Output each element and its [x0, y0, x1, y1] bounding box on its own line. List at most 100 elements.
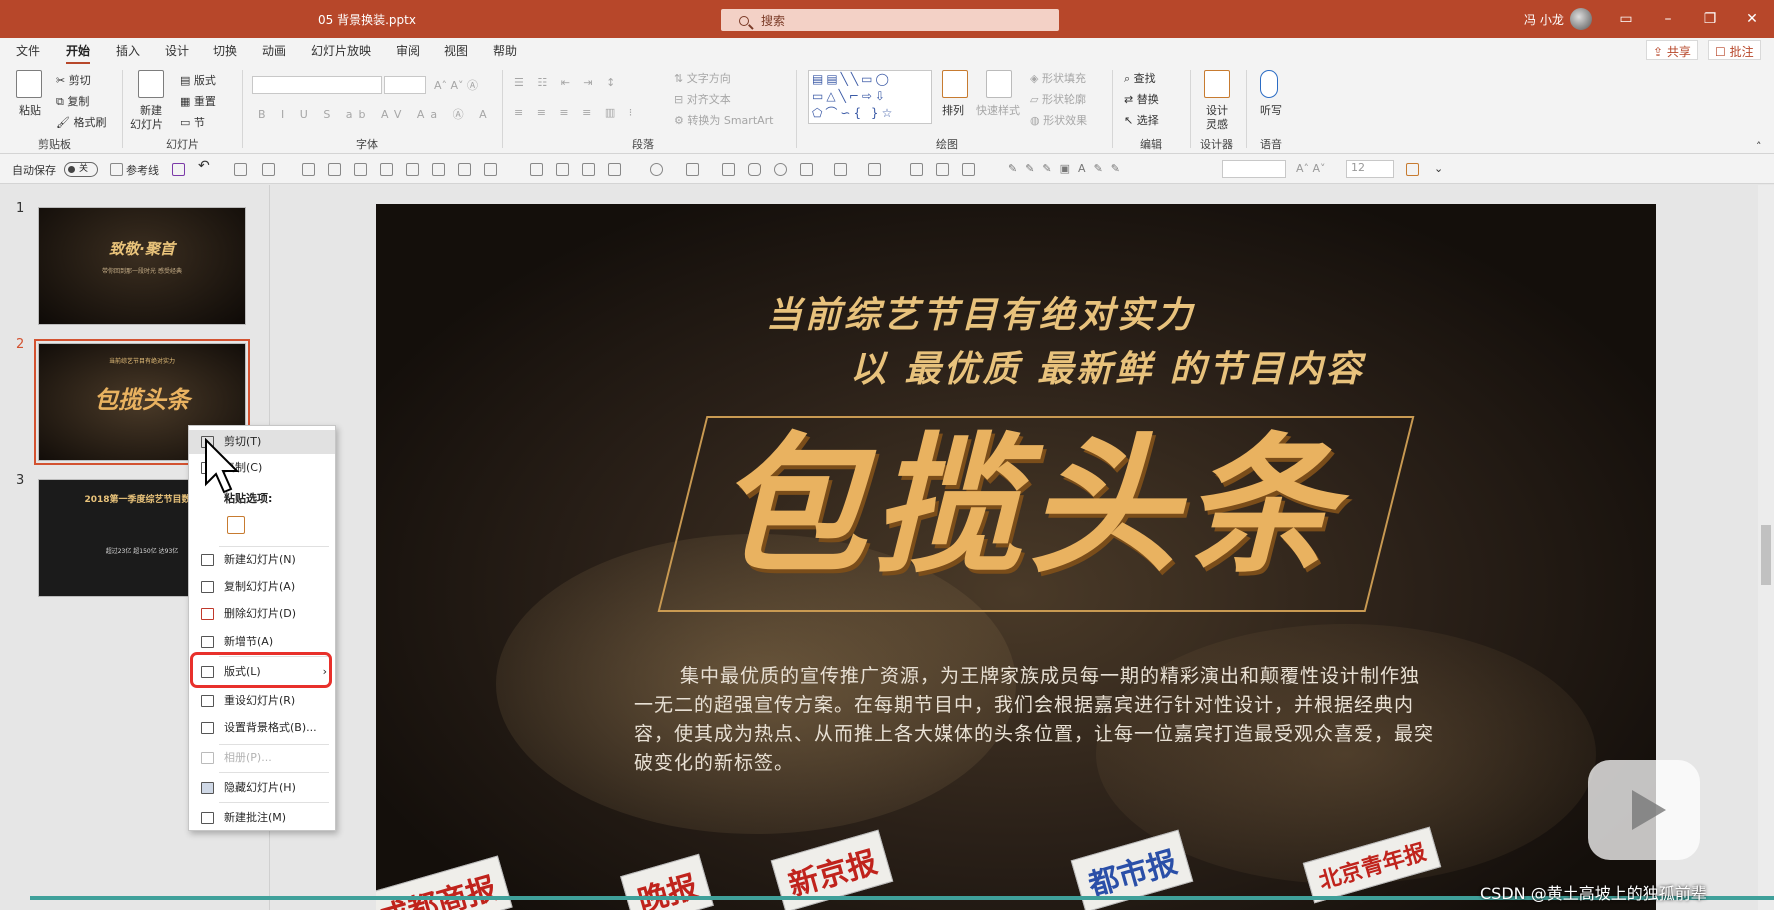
- toolbar-icon[interactable]: [380, 163, 393, 176]
- tab-review[interactable]: 审阅: [396, 42, 420, 59]
- cut-button[interactable]: ✂ 剪切: [56, 72, 91, 88]
- quick-styles-icon[interactable]: [986, 70, 1012, 98]
- avatar[interactable]: [1570, 8, 1592, 30]
- tab-file[interactable]: 文件: [16, 42, 40, 59]
- toolbar-icon[interactable]: [556, 163, 569, 176]
- section-button[interactable]: ▭ 节: [180, 114, 205, 130]
- toolbar-icon[interactable]: [458, 163, 471, 176]
- user-name[interactable]: 冯 小龙: [1524, 11, 1564, 28]
- menu-new-section[interactable]: 新增节(A): [189, 630, 335, 654]
- new-slide-label-2[interactable]: 幻灯片: [130, 116, 163, 132]
- undo-icon[interactable]: ↶: [198, 158, 210, 174]
- ribbon-display-options-icon[interactable]: ▭: [1614, 8, 1638, 30]
- toolbar-icon[interactable]: [484, 163, 497, 176]
- pen-icons[interactable]: ✎✎✎▣A✎✎: [1008, 162, 1128, 175]
- find-button[interactable]: ⌕ 查找: [1124, 70, 1156, 86]
- rounded-rectangle-icon[interactable]: [748, 163, 761, 176]
- microphone-icon[interactable]: [1260, 70, 1278, 98]
- font-size-field[interactable]: 12: [1346, 160, 1394, 178]
- slide-body-text[interactable]: 集中最优质的宣传推广资源，为王牌家族成员每一期的精彩演出和颠覆性设计制作独一无二…: [634, 662, 1434, 778]
- paste-button[interactable]: 粘贴: [19, 102, 41, 118]
- toolbar-icon[interactable]: [432, 163, 445, 176]
- toolbar-icon[interactable]: [328, 163, 341, 176]
- toolbar-icon[interactable]: [834, 163, 847, 176]
- toolbar-icon[interactable]: [1406, 163, 1419, 176]
- autosave-toggle[interactable]: 关: [64, 162, 98, 177]
- toolbar-icon[interactable]: [650, 163, 663, 176]
- select-button[interactable]: ↖ 选择: [1124, 112, 1159, 128]
- menu-delete-slide[interactable]: 删除幻灯片(D): [189, 602, 335, 626]
- designer-icon[interactable]: [1204, 70, 1230, 98]
- menu-photo-album[interactable]: 相册(P)...: [189, 746, 335, 770]
- slide-heading-2[interactable]: 以 最优质 最新鲜 的节目内容: [850, 340, 1365, 392]
- arrange-icon[interactable]: [942, 70, 968, 98]
- crop-icon[interactable]: [910, 163, 923, 176]
- copy-button[interactable]: ⧉ 复制: [56, 93, 89, 109]
- alignment-icons[interactable]: ≡ ≡ ≡ ≡ ▥ ⁝: [514, 106, 637, 119]
- menu-hide-slide[interactable]: 隐藏幻灯片(H): [189, 776, 335, 800]
- tab-insert[interactable]: 插入: [116, 42, 140, 59]
- toolbar-icon[interactable]: [302, 163, 315, 176]
- toolbar-icon[interactable]: [262, 163, 275, 176]
- grow-font-icon[interactable]: A˄ A˅ Ⓐ: [434, 77, 478, 93]
- menu-new-slide[interactable]: 新建幻灯片(N): [189, 548, 335, 572]
- quick-styles-label[interactable]: 快速样式: [976, 102, 1020, 118]
- gridlines-checkbox[interactable]: [110, 163, 123, 176]
- rectangle-icon[interactable]: [722, 163, 735, 176]
- paste-option-icon[interactable]: [227, 516, 245, 534]
- scrollbar-thumb[interactable]: [1761, 525, 1771, 585]
- menu-new-comment[interactable]: 新建批注(M): [189, 806, 335, 830]
- tab-view[interactable]: 视图: [444, 42, 468, 59]
- new-slide-icon[interactable]: [138, 70, 164, 98]
- restore-icon[interactable]: ❐: [1698, 8, 1722, 30]
- toolbar-icon[interactable]: [936, 163, 949, 176]
- arrange-label[interactable]: 排列: [942, 102, 964, 118]
- comment-button[interactable]: ☐ 批注: [1708, 40, 1761, 60]
- close-icon[interactable]: ✕: [1740, 8, 1764, 30]
- slide-big-title[interactable]: 包揽头条: [716, 422, 1340, 592]
- replace-button[interactable]: ⇄ 替换: [1124, 91, 1159, 107]
- font-combo[interactable]: [1222, 160, 1286, 178]
- slide-thumbnail-1[interactable]: 致敬·聚首 带你回到那一段时光 感受经典: [38, 207, 246, 325]
- font-name-combo[interactable]: [252, 76, 382, 94]
- save-icon[interactable]: [172, 163, 185, 176]
- font-format-icons[interactable]: B I U S ab AV Aa Ⓐ A: [258, 106, 493, 122]
- toolbar-icon[interactable]: [582, 163, 595, 176]
- tab-home[interactable]: 开始: [66, 42, 91, 64]
- designer-label-2[interactable]: 灵感: [1206, 116, 1228, 132]
- tab-slideshow[interactable]: 幻灯片放映: [311, 42, 371, 59]
- oval-icon[interactable]: [774, 163, 787, 176]
- font-size-combo[interactable]: [384, 76, 426, 94]
- toolbar-icon[interactable]: [354, 163, 367, 176]
- tab-transitions[interactable]: 切换: [213, 42, 237, 59]
- menu-format-background[interactable]: 设置背景格式(B)...: [189, 716, 335, 740]
- paste-icon[interactable]: [16, 70, 42, 98]
- layout-button[interactable]: ▤ 版式: [180, 72, 216, 88]
- share-button[interactable]: ⇪ 共享: [1646, 40, 1698, 60]
- toolbar-icon[interactable]: [406, 163, 419, 176]
- toolbar-icon[interactable]: [530, 163, 543, 176]
- toolbar-icon[interactable]: [608, 163, 621, 176]
- align-text-button[interactable]: ⊟ 对齐文本: [674, 91, 731, 107]
- collapse-ribbon-icon[interactable]: ˄: [1756, 140, 1762, 153]
- minimize-icon[interactable]: –: [1656, 8, 1680, 30]
- reset-button[interactable]: ▦ 重置: [180, 93, 216, 109]
- list-icons[interactable]: ☰ ☷ ⇤ ⇥ ↕: [514, 76, 620, 89]
- toolbar-icon[interactable]: [868, 163, 881, 176]
- toolbar-icon[interactable]: [686, 163, 699, 176]
- tab-help[interactable]: 帮助: [493, 42, 517, 59]
- font-grow-icons[interactable]: A˄ A˅: [1296, 162, 1326, 175]
- tab-design[interactable]: 设计: [165, 42, 189, 59]
- text-direction-button[interactable]: ⇅ 文字方向: [674, 70, 731, 86]
- slide-heading-1[interactable]: 当前综艺节目有绝对实力: [766, 286, 1195, 338]
- toolbar-icon[interactable]: [800, 163, 813, 176]
- tab-animations[interactable]: 动画: [262, 42, 286, 59]
- dictate-label[interactable]: 听写: [1260, 102, 1282, 118]
- shape-effects-button[interactable]: ◍ 形状效果: [1030, 112, 1087, 128]
- shape-outline-button[interactable]: ▱ 形状轮廓: [1030, 91, 1086, 107]
- menu-reset-slide[interactable]: 重设幻灯片(R): [189, 689, 335, 713]
- toolbar-icon[interactable]: [234, 163, 247, 176]
- shape-fill-button[interactable]: ◈ 形状填充: [1030, 70, 1086, 86]
- shapes-gallery[interactable]: ▤▤╲╲▭◯ ▭△╲⌐⇨⇩ ⬠⌒∽{ }☆: [808, 70, 932, 124]
- search-box[interactable]: 搜索: [721, 9, 1059, 31]
